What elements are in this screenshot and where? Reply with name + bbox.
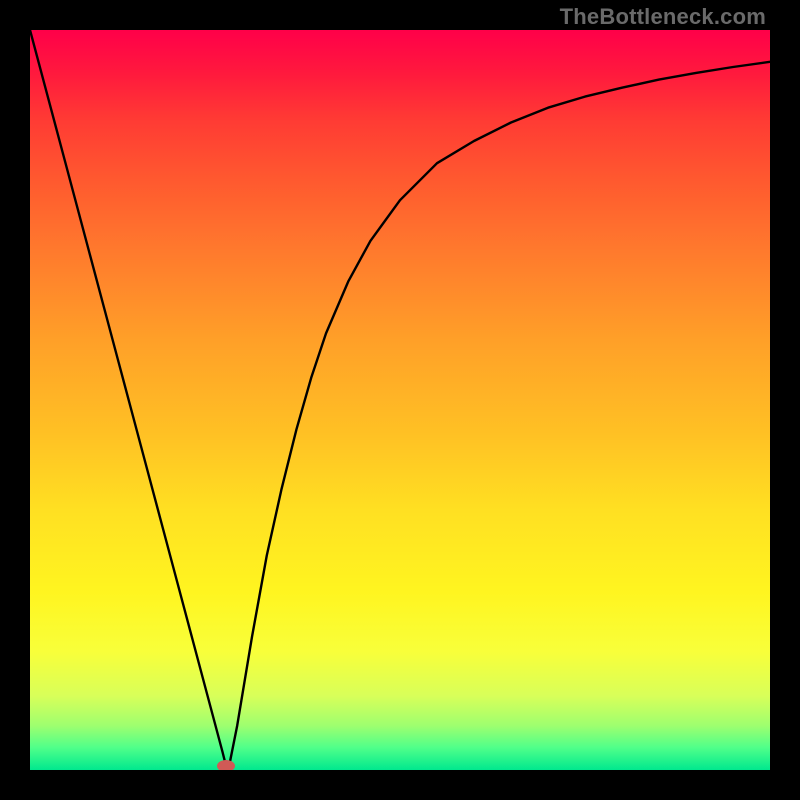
watermark-text: TheBottleneck.com	[560, 4, 766, 30]
plot-area	[30, 30, 770, 770]
curve-minimum-marker	[217, 760, 235, 770]
bottleneck-curve	[30, 30, 770, 766]
curve-layer	[30, 30, 770, 770]
chart-frame: TheBottleneck.com	[0, 0, 800, 800]
